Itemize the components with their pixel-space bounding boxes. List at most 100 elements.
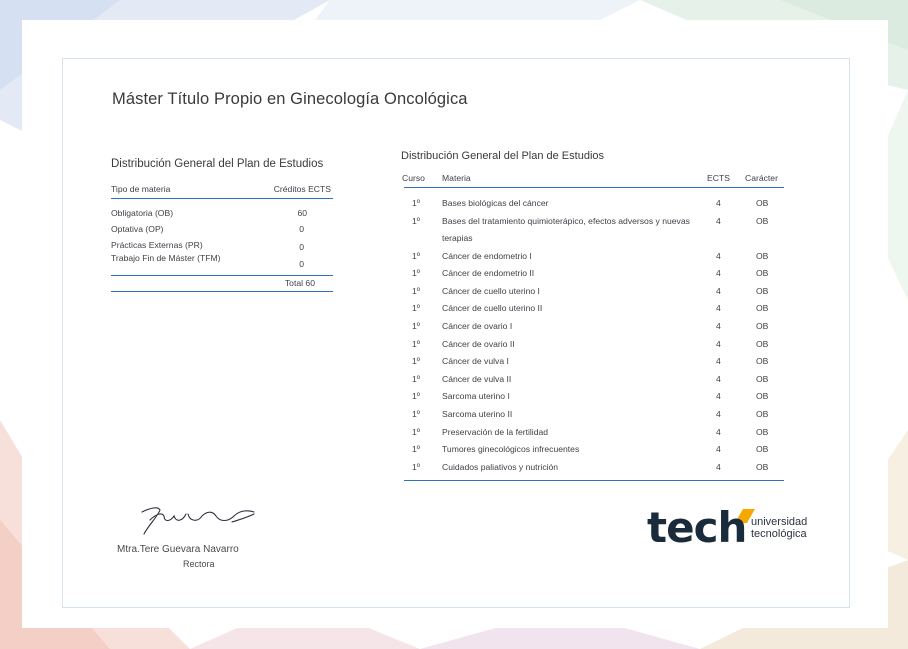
cell-tipo: Obligatoria (OB) (111, 208, 174, 218)
table-row: Prácticas Externas (PR) 0 (111, 237, 333, 253)
cell-creditos: 60 (297, 208, 307, 218)
cell-caracter: OB (756, 444, 769, 455)
cell-curso: 1º (412, 303, 420, 314)
logo-wordmark: tech (647, 503, 747, 552)
signature-image (141, 507, 255, 535)
table-row: 1º Cáncer de endometrio I 4 OB (404, 248, 784, 266)
cell-curso: 1º (412, 285, 420, 296)
table-row: 1º Bases del tratamiento quimioterápico, … (404, 213, 784, 248)
cell-curso: 1º (412, 268, 420, 279)
plan-table-header: Curso Materia ECTS Carácter (402, 170, 784, 188)
cell-materia: Sarcoma uterino I (442, 391, 510, 402)
logo-subtitle: universidad tecnológica (751, 516, 807, 540)
cell-materia: Cáncer de vulva I (442, 356, 509, 367)
logo-line-1: universidad (751, 516, 808, 528)
cell-ects: 4 (716, 373, 721, 384)
table-row: Trabajo Fin de Máster (TFM) 0 (111, 253, 333, 273)
cell-caracter: OB (756, 461, 769, 472)
cell-ects: 4 (716, 444, 721, 455)
cell-materia: Sarcoma uterino II (442, 408, 513, 419)
cell-materia: Cáncer de endometrio I (442, 250, 532, 261)
cell-caracter: OB (756, 391, 769, 402)
table-row: 1º Tumores ginecológicos infrecuentes 4 OB (404, 441, 784, 459)
cell-curso: 1º (412, 215, 420, 226)
table-row: 1º Cáncer de ovario II 4 OB (404, 336, 784, 354)
header-ects: ECTS (707, 173, 730, 183)
logo-line-2: tecnológica (751, 528, 807, 540)
cell-ects: 4 (716, 461, 721, 472)
cell-materia: Cáncer de ovario I (442, 320, 513, 331)
plan-table: Curso Materia ECTS Carácter 1º Bases biol… (402, 170, 784, 482)
summary-table-header: Tipo de materia Créditos ECTS (111, 181, 333, 199)
cell-ects: 4 (716, 356, 721, 367)
cell-ects: 4 (716, 408, 721, 419)
table-row: 1º Cáncer de cuello uterino II 4 OB (404, 300, 784, 318)
cell-tipo: Trabajo Fin de Máster (TFM) (111, 253, 221, 263)
cell-caracter: OB (756, 373, 769, 384)
header-caracter: Carácter (745, 173, 778, 183)
cell-caracter: OB (756, 215, 769, 226)
cell-curso: 1º (412, 373, 420, 384)
cell-materia: Cáncer de cuello uterino I (442, 285, 540, 296)
cell-caracter: OB (756, 303, 769, 314)
cell-tipo: Optativa (OP) (111, 224, 164, 234)
cell-materia: Cuidados paliativos y nutrición (442, 461, 559, 472)
cell-ects: 4 (716, 338, 721, 349)
cell-curso: 1º (412, 426, 420, 437)
table-row: 1º Cáncer de cuello uterino I 4 OB (404, 283, 784, 301)
cell-creditos: 0 (299, 259, 304, 269)
cell-ects: 4 (716, 391, 721, 402)
cell-ects: 4 (716, 198, 721, 208)
cell-tipo: Prácticas Externas (PR) (111, 240, 203, 250)
table-row: 1º Cáncer de endometrio II 4 OB (404, 265, 784, 283)
cell-curso: 1º (412, 408, 420, 419)
table-row: 1º Preservación de la fertilidad 4 OB (404, 424, 784, 442)
summary-total: Total 60 (284, 278, 315, 288)
cell-curso: 1º (412, 250, 420, 261)
cell-creditos: 0 (299, 224, 304, 234)
table-row: 1º Cáncer de ovario I 4 OB (404, 318, 784, 336)
header-creditos: Créditos ECTS (273, 184, 331, 194)
header-curso: Curso (402, 173, 425, 183)
cell-ects: 4 (716, 250, 721, 261)
plan-table-bottom-rule (404, 480, 784, 482)
cell-materia: Preservación de la fertilidad (442, 426, 549, 437)
certificate-title: Máster Título Propio en Ginecología Onco… (112, 90, 468, 108)
cell-ects: 4 (716, 320, 721, 331)
header-materia: Materia (442, 173, 471, 183)
cell-ects: 4 (716, 268, 721, 279)
cell-curso: 1º (412, 461, 420, 472)
cell-materia: Bases del tratamiento quimioterápico, ef… (442, 215, 690, 244)
cell-caracter: OB (756, 285, 769, 296)
cell-materia: Cáncer de ovario II (442, 338, 515, 349)
cell-caracter: OB (756, 250, 769, 261)
table-row: Obligatoria (OB) 60 (111, 205, 333, 221)
cell-materia: Bases biológicas del cáncer (442, 198, 549, 208)
table-row: 1º Sarcoma uterino II 4 OB (404, 406, 784, 424)
cell-caracter: OB (756, 426, 769, 437)
cell-caracter: OB (756, 268, 769, 279)
table-row: 1º Cuidados paliativos y nutrición 4 OB (404, 459, 784, 477)
table-row: 1º Cáncer de vulva I 4 OB (404, 353, 784, 371)
cell-curso: 1º (412, 356, 420, 367)
cell-creditos: 0 (299, 242, 304, 252)
signer-role: Rectora (183, 559, 215, 569)
summary-table-title: Distribución General del Plan de Estudio… (111, 158, 324, 170)
table-row: 1º Cáncer de vulva II 4 OB (404, 371, 784, 389)
cell-ects: 4 (716, 285, 721, 296)
cell-ects: 4 (716, 426, 721, 437)
cell-curso: 1º (412, 391, 420, 402)
cell-caracter: OB (756, 198, 769, 208)
cell-ects: 4 (716, 215, 721, 226)
plan-table-title: Distribución General del Plan de Estudio… (401, 150, 605, 162)
cell-caracter: OB (756, 320, 769, 331)
cell-caracter: OB (756, 338, 769, 349)
table-row: 1º Sarcoma uterino I 4 OB (404, 388, 784, 406)
cell-curso: 1º (412, 338, 420, 349)
summary-table: Tipo de materia Créditos ECTS Obligatori… (111, 181, 333, 292)
cell-caracter: OB (756, 356, 769, 367)
summary-total-row: Total 60 (111, 275, 333, 292)
signer-name: Mtra.Tere Guevara Navarro (117, 544, 239, 555)
cell-materia: Cáncer de endometrio II (442, 268, 535, 279)
plan-table-body: 1º Bases biológicas del cáncer 4 OB 1º Bases … (404, 195, 784, 476)
